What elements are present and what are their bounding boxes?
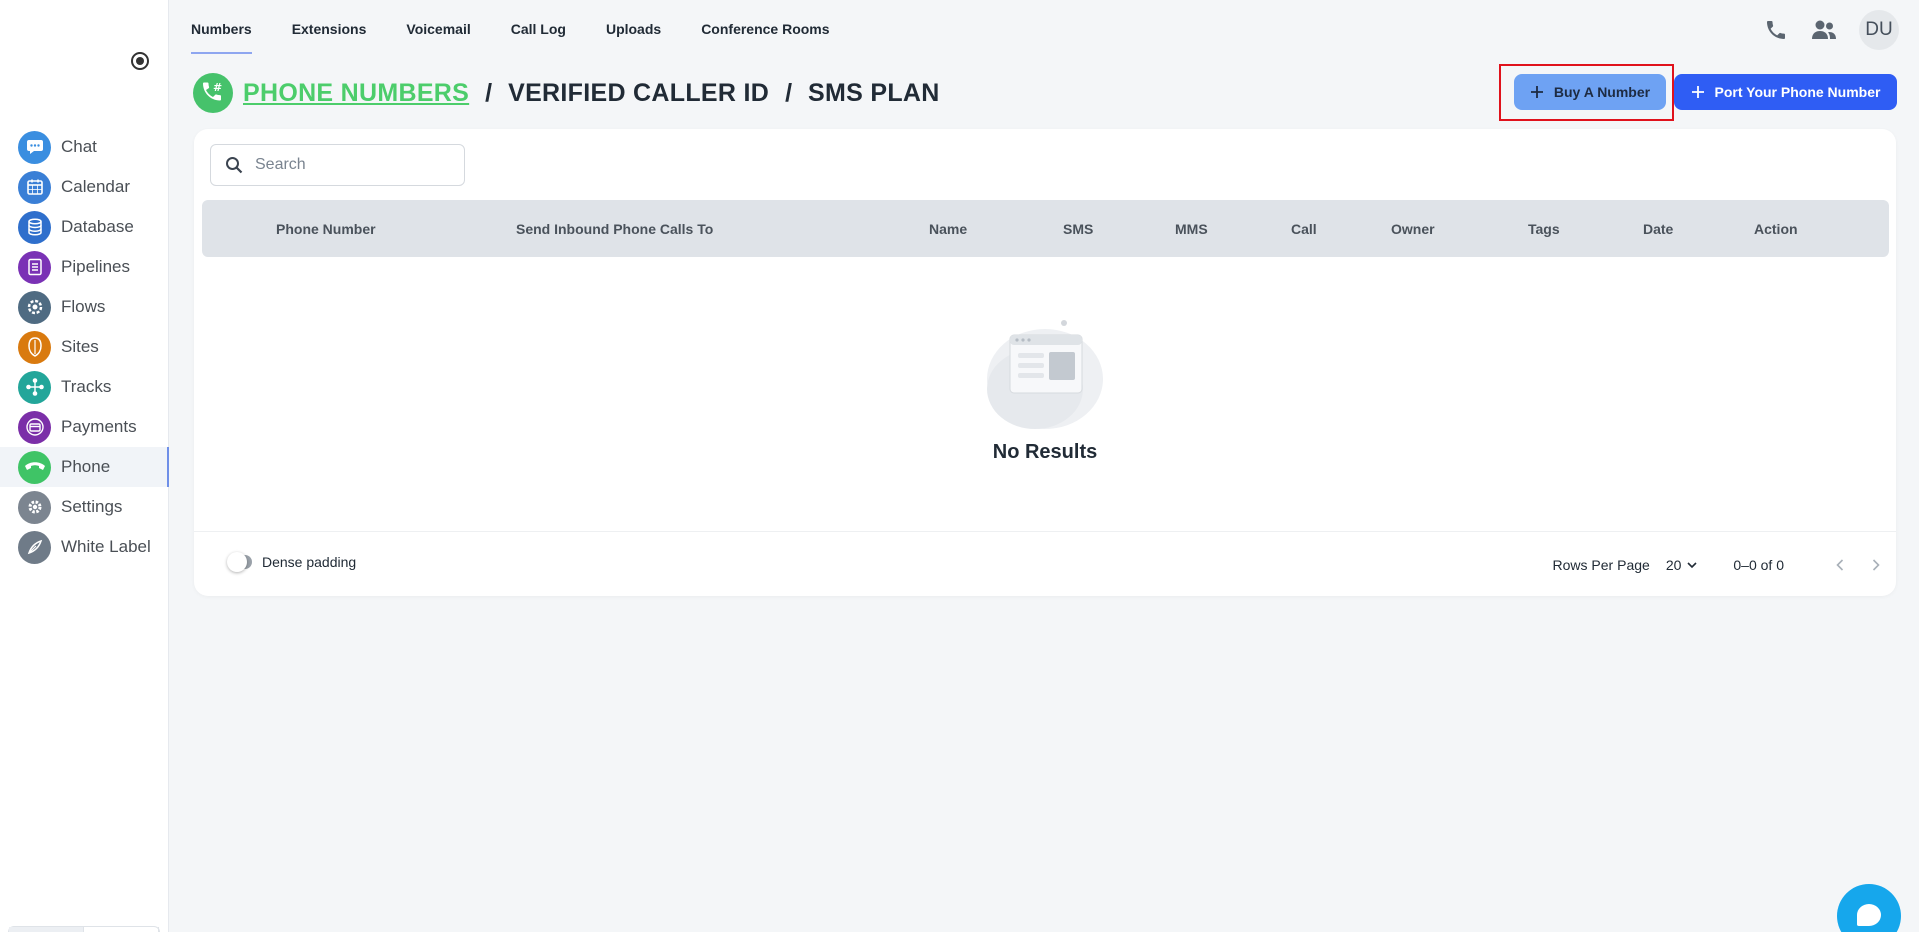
sidebar-item-label: Payments (61, 417, 137, 436)
column-action[interactable]: Action (1754, 221, 1798, 237)
column-send-inbound[interactable]: Send Inbound Phone Calls To (516, 221, 713, 237)
chevron-right-icon (1872, 559, 1880, 571)
top-right-actions: DU (1763, 10, 1899, 50)
phone-icon (18, 450, 51, 484)
sidebar-item-label: Settings (61, 497, 123, 516)
column-owner[interactable]: Owner (1391, 221, 1435, 237)
search-input[interactable] (255, 156, 445, 174)
tab-conference-rooms[interactable]: Conference Rooms (701, 0, 829, 54)
column-mms[interactable]: MMS (1175, 221, 1208, 237)
next-page-button[interactable] (1866, 555, 1886, 575)
port-number-button[interactable]: Port Your Phone Number (1674, 74, 1897, 110)
sidebar-item-label: Calendar (61, 177, 130, 196)
rows-per-page-value: 20 (1665, 557, 1682, 573)
sidebar-item-phone[interactable]: Phone (0, 447, 169, 487)
top-tabs: Numbers Extensions Voicemail Call Log Up… (191, 0, 870, 54)
chat-icon (18, 130, 51, 164)
svg-text:#: # (213, 81, 222, 94)
column-call[interactable]: Call (1291, 221, 1317, 237)
sidebar-toggle-button[interactable] (131, 52, 149, 70)
phone-call-icon[interactable] (1763, 17, 1789, 43)
sidebar-item-label: Phone (61, 457, 111, 476)
sidebar-item-calendar[interactable]: Calendar (0, 167, 169, 207)
contacts-icon[interactable] (1811, 17, 1837, 43)
search-box[interactable] (210, 144, 465, 186)
chevron-left-icon (1836, 559, 1844, 571)
sidebar-item-settings[interactable]: Settings (0, 487, 169, 527)
sidebar-item-sites[interactable]: Sites (0, 327, 169, 367)
table-header: Phone Number Send Inbound Phone Calls To… (202, 200, 1889, 257)
tab-voicemail[interactable]: Voicemail (406, 0, 470, 54)
tracks-icon (18, 370, 51, 404)
tab-extensions[interactable]: Extensions (292, 0, 367, 54)
port-number-label: Port Your Phone Number (1714, 84, 1881, 100)
sidebar-nav: Chat Calendar Database Pipelines Flows S… (0, 127, 169, 567)
breadcrumb-separator: / (785, 78, 793, 107)
dense-padding-control[interactable]: Dense padding (227, 552, 357, 572)
sidebar-item-label: Flows (61, 297, 106, 316)
column-date[interactable]: Date (1643, 221, 1673, 237)
phone-numbers-logo-icon: # (193, 73, 233, 113)
tab-numbers[interactable]: Numbers (191, 0, 252, 54)
sidebar-item-tracks[interactable]: Tracks (0, 367, 169, 407)
divider (194, 531, 1896, 532)
white-label-icon (18, 530, 51, 564)
flows-icon (18, 290, 51, 324)
sidebar-item-label: Tracks (61, 377, 112, 396)
dense-padding-toggle[interactable] (227, 552, 252, 572)
previous-page-button[interactable] (1830, 555, 1850, 575)
database-icon (18, 210, 51, 244)
sidebar-item-pipelines[interactable]: Pipelines (0, 247, 169, 287)
column-tags[interactable]: Tags (1528, 221, 1560, 237)
column-sms[interactable]: SMS (1063, 221, 1093, 237)
buy-number-button[interactable]: Buy A Number (1514, 74, 1666, 110)
avatar[interactable]: DU (1859, 10, 1899, 50)
sidebar-item-database[interactable]: Database (0, 207, 169, 247)
column-name[interactable]: Name (929, 221, 967, 237)
sidebar-item-label: Chat (61, 137, 97, 156)
pagination-range: 0–0 of 0 (1733, 557, 1784, 573)
dense-padding-label: Dense padding (262, 554, 357, 570)
breadcrumb-phone-numbers[interactable]: PHONE NUMBERS (243, 79, 469, 108)
chat-bubble-icon (1857, 904, 1881, 926)
chevron-down-icon (1687, 561, 1697, 568)
sidebar: Chat Calendar Database Pipelines Flows S… (0, 0, 169, 932)
breadcrumb-separator: / (485, 78, 493, 107)
radio-dot-icon (136, 57, 144, 65)
sidebar-item-label: Pipelines (61, 257, 130, 276)
breadcrumb-verified-caller-id[interactable]: VERIFIED CALLER ID (508, 79, 769, 108)
empty-state-illustration (194, 315, 1896, 440)
sidebar-footer-tabs[interactable] (8, 926, 160, 932)
page-header: # PHONE NUMBERS / VERIFIED CALLER ID / S… (193, 72, 940, 114)
rows-per-page-select[interactable]: 20 (1666, 557, 1698, 573)
pagination: Rows Per Page 20 0–0 of 0 (1553, 555, 1886, 575)
chat-widget-button[interactable] (1837, 884, 1901, 932)
sites-icon (18, 330, 51, 364)
settings-icon (18, 490, 51, 524)
buy-number-label: Buy A Number (1553, 84, 1651, 100)
plus-icon (1530, 86, 1543, 98)
sidebar-item-label: Database (61, 217, 134, 236)
payments-icon (18, 410, 51, 444)
empty-state-text: No Results (992, 441, 1098, 463)
pipelines-icon (18, 250, 51, 284)
numbers-card: Phone Number Send Inbound Phone Calls To… (194, 129, 1896, 596)
tab-call-log[interactable]: Call Log (511, 0, 566, 54)
column-phone-number[interactable]: Phone Number (276, 221, 376, 237)
sidebar-item-payments[interactable]: Payments (0, 407, 169, 447)
breadcrumb-sms-plan[interactable]: SMS PLAN (808, 79, 940, 108)
search-icon (226, 157, 243, 174)
tab-uploads[interactable]: Uploads (606, 0, 661, 54)
sidebar-item-white-label[interactable]: White Label (0, 527, 169, 567)
calendar-icon (18, 170, 51, 204)
sidebar-item-chat[interactable]: Chat (0, 127, 169, 167)
rows-per-page-label: Rows Per Page (1552, 557, 1650, 573)
sidebar-item-label: White Label (61, 537, 151, 556)
plus-icon (1691, 86, 1704, 98)
sidebar-item-label: Sites (61, 337, 99, 356)
sidebar-item-flows[interactable]: Flows (0, 287, 169, 327)
